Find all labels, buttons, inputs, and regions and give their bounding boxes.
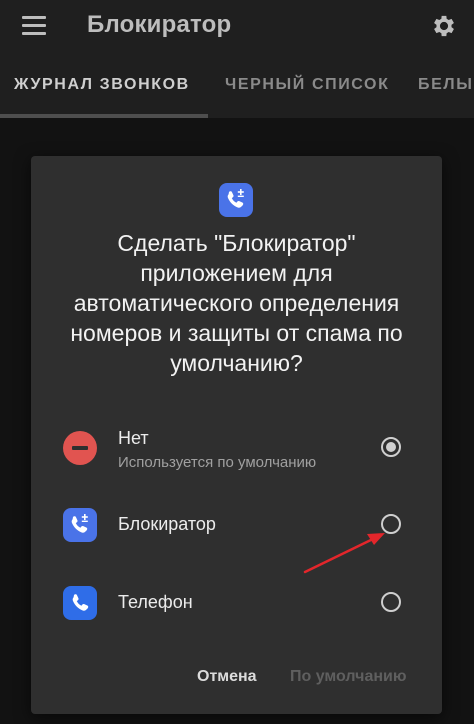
option-phone[interactable]: Телефон	[31, 584, 442, 644]
set-default-button[interactable]: По умолчанию	[290, 668, 407, 686]
gear-icon[interactable]	[430, 12, 458, 40]
tab-bar: ЖУРНАЛ ЗВОНКОВ ЧЕРНЫЙ СПИСОК БЕЛЫЙ СПИСО…	[0, 54, 474, 118]
blocker-app-icon	[63, 508, 97, 542]
tab-black-list[interactable]: ЧЕРНЫЙ СПИСОК	[225, 76, 389, 94]
app-title: Блокиратор	[87, 11, 232, 38]
option-name: Нет	[118, 428, 149, 448]
option-name: Телефон	[118, 592, 193, 612]
tab-white-list[interactable]: БЕЛЫЙ СПИСОК	[418, 76, 474, 94]
default-app-dialog: Сделать "Блокиратор" приложением для авт…	[31, 156, 442, 714]
hamburger-menu-icon[interactable]	[22, 16, 46, 36]
option-name: Блокиратор	[118, 514, 216, 534]
cancel-button[interactable]: Отмена	[197, 668, 257, 686]
radio-button-selected[interactable]	[381, 437, 401, 457]
annotation-arrow-icon	[303, 533, 385, 574]
dialog-title: Сделать "Блокиратор" приложением для авт…	[70, 230, 403, 376]
app-bar: Блокиратор	[0, 0, 474, 54]
radio-button[interactable]	[381, 592, 401, 612]
option-subtitle: Используется по умолчанию	[118, 454, 317, 471]
phone-app-icon	[63, 586, 97, 620]
option-none[interactable]: Нет Используется по умолчанию	[31, 424, 442, 484]
active-tab-indicator	[0, 114, 208, 118]
no-entry-icon	[63, 431, 97, 465]
tab-call-log[interactable]: ЖУРНАЛ ЗВОНКОВ	[14, 76, 190, 94]
blocker-app-icon	[219, 183, 253, 217]
